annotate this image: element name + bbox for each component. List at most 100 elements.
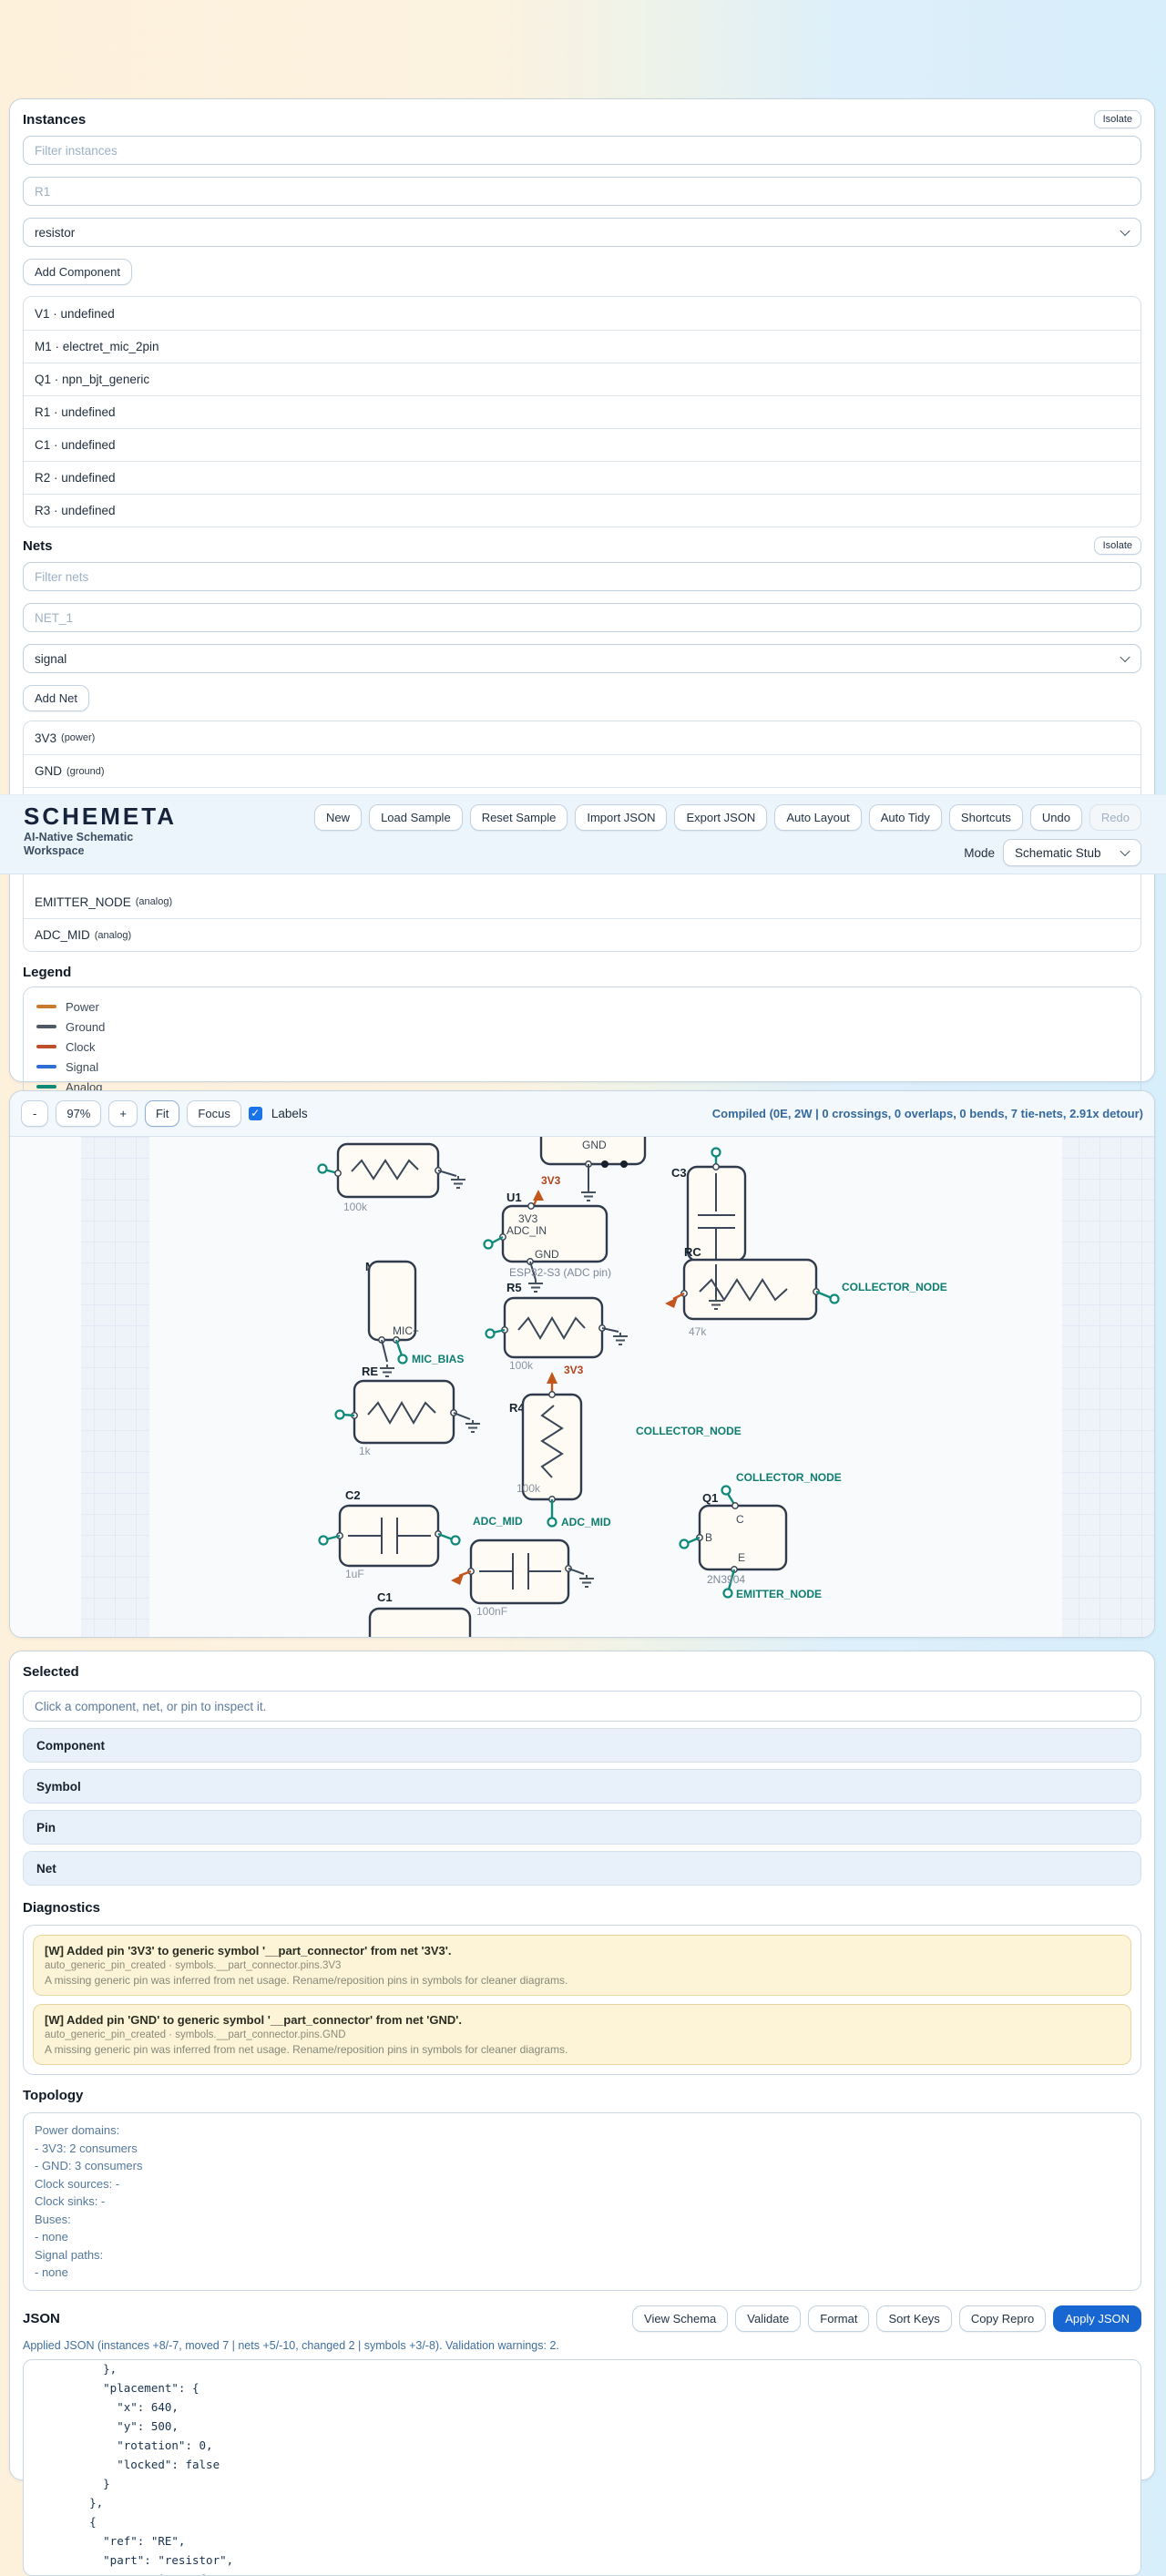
filter-instances-input[interactable]: Filter instances (23, 136, 1141, 165)
section-pin[interactable]: Pin (23, 1810, 1141, 1845)
fit-button[interactable]: Fit (145, 1100, 179, 1127)
json-toolbar: View Schema Validate Format Sort Keys Co… (632, 2305, 1141, 2332)
grid-band-right-lines (1062, 1137, 1154, 1638)
instances-list: V1 · undefined M1 · electret_mic_2pin Q1… (23, 296, 1141, 527)
selected-title: Selected (23, 1664, 1141, 1680)
clock-swatch (36, 1045, 56, 1048)
net-label-collector: COLLECTOR_NODE (636, 1425, 742, 1437)
instances-isolate-button[interactable]: Isolate (1094, 110, 1141, 128)
sort-keys-button[interactable]: Sort Keys (876, 2305, 951, 2332)
nets-title: Nets (23, 538, 53, 554)
list-item[interactable]: ADC_MID (analog) (24, 918, 1140, 951)
zoom-level[interactable]: 97% (56, 1100, 101, 1127)
labels-checkbox[interactable]: ✓ (249, 1107, 262, 1120)
legend-row: Ground (36, 1017, 1128, 1037)
auto-layout-button[interactable]: Auto Layout (774, 804, 861, 831)
warning-detail: A missing generic pin was inferred from … (45, 1974, 1120, 1987)
list-item[interactable]: M1 · electret_mic_2pin (24, 330, 1140, 363)
instance-name-input[interactable]: R1 (23, 177, 1141, 206)
format-button[interactable]: Format (808, 2305, 869, 2332)
mode-select-value: Schematic Stub (1015, 846, 1101, 860)
topology-line: Buses: (35, 2211, 1130, 2229)
net-name: 3V3 (35, 731, 56, 745)
section-symbol[interactable]: Symbol (23, 1769, 1141, 1804)
shortcuts-button[interactable]: Shortcuts (949, 804, 1023, 831)
component-q1[interactable]: COLLECTOR_NODE Q1 C B E EMITTER_NODE 2N3… (680, 1471, 842, 1600)
view-schema-button[interactable]: View Schema (632, 2305, 728, 2332)
component-rc[interactable]: RC COLLECTOR_NODE 47k (665, 1245, 947, 1338)
chevron-down-icon (1120, 226, 1130, 236)
section-component[interactable]: Component (23, 1728, 1141, 1763)
legend: Power Ground Clock Signal Analog (23, 986, 1141, 1107)
component-c4[interactable]: ADC_MID 100nF (451, 1515, 594, 1618)
nets-isolate-button[interactable]: Isolate (1094, 537, 1141, 555)
component-c1[interactable]: C1 (370, 1590, 470, 1638)
redo-button[interactable]: Redo (1089, 804, 1141, 831)
power-swatch (36, 1005, 56, 1008)
component-resistor-topleft[interactable]: 100k (319, 1144, 466, 1213)
schematic-canvas[interactable]: 100k GND 3V3 U1 3V3 ADC_IN GND (10, 1137, 1154, 1638)
net-name-input[interactable]: NET_1 (23, 603, 1141, 632)
labels-label: Labels (271, 1107, 308, 1120)
list-item[interactable]: V1 · undefined (24, 297, 1140, 330)
list-item[interactable]: R3 · undefined (24, 494, 1140, 526)
warning-title: [W] Added pin 'GND' to generic symbol '_… (45, 2013, 1120, 2027)
load-sample-button[interactable]: Load Sample (369, 804, 463, 831)
svg-text:E: E (738, 1551, 745, 1564)
add-component-button[interactable]: Add Component (23, 259, 132, 285)
warning-code: auto_generic_pin_created · symbols.__par… (45, 1960, 1120, 1971)
apply-json-button[interactable]: Apply JSON (1053, 2305, 1141, 2332)
component-c3[interactable]: C3 (671, 1149, 745, 1262)
net-name: EMITTER_NODE (35, 895, 131, 909)
svg-text:47k: 47k (689, 1325, 707, 1338)
svg-text:ADC_MID: ADC_MID (561, 1516, 611, 1528)
canvas-toolbar: - 97% + Fit Focus ✓ Labels Compiled (0E,… (10, 1091, 1154, 1137)
ground-swatch (36, 1025, 56, 1028)
component-re[interactable]: RE 1k (336, 1365, 481, 1457)
net-name: GND (35, 764, 62, 778)
reset-sample-button[interactable]: Reset Sample (470, 804, 568, 831)
svg-text:ESP32-S3 (ADC pin): ESP32-S3 (ADC pin) (509, 1266, 611, 1279)
zoom-out-button[interactable]: - (21, 1100, 48, 1127)
validate-button[interactable]: Validate (735, 2305, 801, 2332)
net-kind-select[interactable]: signal (23, 644, 1141, 673)
filter-nets-input[interactable]: Filter nets (23, 562, 1141, 591)
undo-button[interactable]: Undo (1030, 804, 1082, 831)
component-c2[interactable]: C2 1uF (320, 1488, 460, 1580)
list-item[interactable]: R2 · undefined (24, 461, 1140, 494)
list-item[interactable]: R1 · undefined (24, 395, 1140, 428)
instances-title: Instances (23, 112, 86, 128)
component-m1[interactable]: M1 MIC+ MIC_BIAS (365, 1260, 464, 1365)
svg-text:B: B (705, 1531, 712, 1544)
net-kind: (analog) (136, 896, 172, 907)
part-select[interactable]: resistor (23, 218, 1141, 247)
list-item[interactable]: C1 · undefined (24, 428, 1140, 461)
export-json-button[interactable]: Export JSON (674, 804, 767, 831)
copy-repro-button[interactable]: Copy Repro (959, 2305, 1046, 2332)
svg-text:COLLECTOR_NODE: COLLECTOR_NODE (736, 1471, 842, 1484)
svg-text:MIC+: MIC+ (393, 1324, 419, 1337)
list-item[interactable]: GND (ground) (24, 754, 1140, 787)
new-button[interactable]: New (314, 804, 362, 831)
add-net-button[interactable]: Add Net (23, 685, 89, 711)
list-item[interactable]: Q1 · npn_bjt_generic (24, 363, 1140, 395)
section-net[interactable]: Net (23, 1851, 1141, 1886)
warning-card: [W] Added pin '3V3' to generic symbol '_… (33, 1935, 1131, 1996)
list-item[interactable]: 3V3 (power) (24, 721, 1140, 754)
focus-button[interactable]: Focus (187, 1100, 240, 1127)
zoom-in-button[interactable]: + (108, 1100, 138, 1127)
svg-text:ADC_IN: ADC_IN (506, 1224, 547, 1237)
svg-text:Q1: Q1 (702, 1491, 718, 1505)
svg-text:100nF: 100nF (476, 1605, 507, 1618)
part-select-value: resistor (35, 226, 75, 240)
auto-tidy-button[interactable]: Auto Tidy (869, 804, 942, 831)
mode-select[interactable]: Schematic Stub (1003, 839, 1141, 866)
component-r4[interactable]: 3V3 R4 ADC_MID 100k (509, 1364, 611, 1528)
component-gnd-connector[interactable]: GND (541, 1137, 645, 1201)
svg-text:3V3: 3V3 (518, 1212, 538, 1225)
import-json-button[interactable]: Import JSON (575, 804, 667, 831)
component-r5[interactable]: R5 100k (486, 1281, 629, 1372)
json-editor[interactable]: }, "placement": { "x": 640, "y": 500, "r… (23, 2359, 1141, 2576)
mode-row: Mode Schematic Stub (964, 839, 1141, 866)
list-item[interactable]: EMITTER_NODE (analog) (24, 885, 1140, 918)
